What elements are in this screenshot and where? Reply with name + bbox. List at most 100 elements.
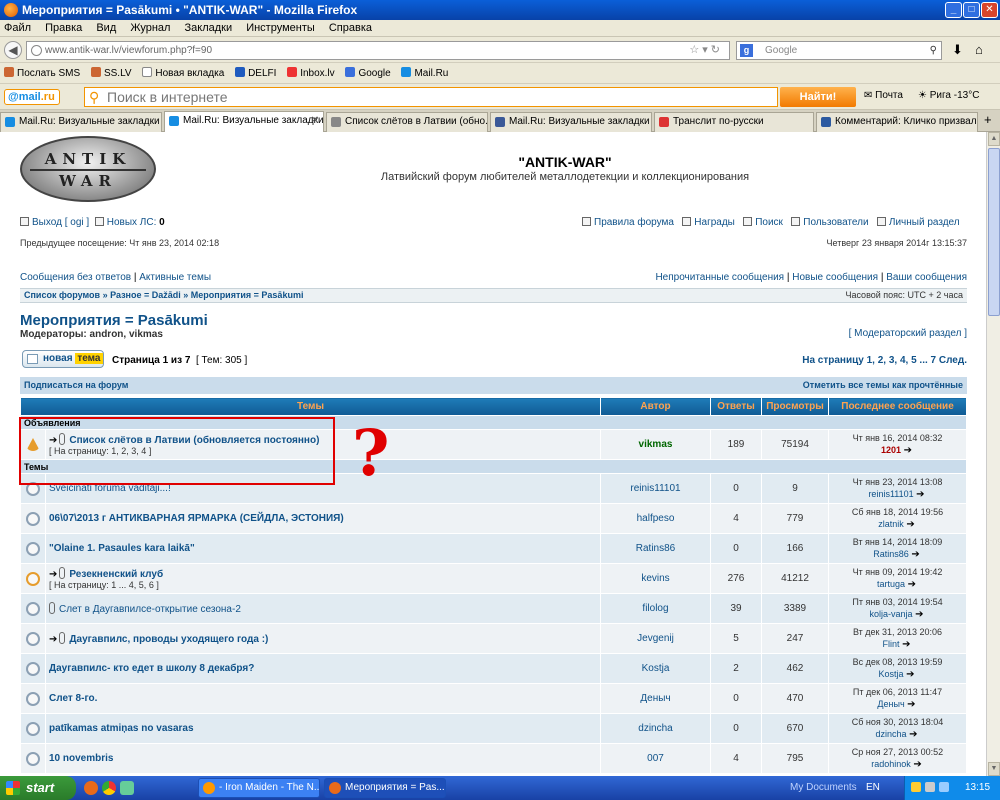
last-post-user[interactable]: kolja-vanja: [870, 609, 913, 619]
moderator-section-link[interactable]: [ Модераторский раздел ]: [849, 328, 967, 339]
tab-2[interactable]: Mail.Ru: Визуальные закладки ✕: [164, 111, 324, 132]
new-topic-button[interactable]: новая тема: [22, 350, 104, 368]
topic-title-link[interactable]: "Olaine 1. Pasaules kara laikā": [49, 543, 195, 554]
bookmark-sslv[interactable]: SS.LV: [90, 67, 132, 79]
topic-author[interactable]: dzincha: [638, 723, 672, 734]
table-row[interactable]: Даугавпилс- кто едет в школу 8 декабря? K…: [20, 653, 967, 684]
goto-new-icon[interactable]: ➔: [49, 569, 57, 580]
desktop-quicklaunch-icon[interactable]: [120, 781, 134, 795]
reload-icon[interactable]: ☆▾↻: [689, 42, 723, 59]
table-row[interactable]: patīkamas atmiņas no vasaras dzincha 0 670 С…: [20, 713, 967, 744]
topic-title-link[interactable]: Слет в Даугавпилсе-открытие сезона-2: [59, 604, 241, 615]
scroll-down-icon[interactable]: ▼: [988, 762, 1000, 776]
view-latest-icon[interactable]: ➔: [906, 519, 914, 530]
last-post-user[interactable]: 1201: [881, 445, 901, 455]
menu-tools[interactable]: Инструменты: [246, 22, 315, 34]
topic-title-link[interactable]: Даугавпилс, проводы уходящего года :): [69, 634, 268, 645]
unread-link[interactable]: Непрочитанные сообщения: [655, 272, 784, 283]
last-post-user[interactable]: radohinok: [871, 759, 911, 769]
topic-title-link[interactable]: Даугавпилс- кто едет в школу 8 декабря?: [49, 663, 254, 674]
topic-title-link[interactable]: 06\07\2013 г АНТИКВАРНАЯ ЯРМАРКА (СЕЙДЛА…: [49, 513, 344, 524]
find-button[interactable]: Найти!: [780, 87, 856, 107]
bookmark-delfi[interactable]: DELFI: [235, 67, 276, 79]
unanswered-link[interactable]: Сообщения без ответов: [20, 272, 131, 283]
view-latest-icon[interactable]: ➔: [902, 639, 910, 650]
tab-3[interactable]: Список слётов в Латвии (обно...: [326, 112, 488, 132]
bookmark-google[interactable]: Google: [345, 67, 391, 79]
topic-author[interactable]: Ratins86: [636, 543, 675, 554]
site-logo[interactable]: ANTIK WAR: [20, 136, 156, 202]
start-button[interactable]: start: [0, 776, 76, 800]
download-icon[interactable]: ⬇: [952, 42, 963, 58]
tray-icon-3[interactable]: [939, 782, 949, 792]
chrome-quicklaunch-icon[interactable]: [102, 781, 116, 795]
table-row[interactable]: "Olaine 1. Pasaules kara laikā" Ratins86 0…: [20, 533, 967, 564]
view-latest-icon[interactable]: ➔: [908, 579, 916, 590]
view-latest-icon[interactable]: ➔: [913, 759, 921, 770]
view-latest-icon[interactable]: ➔: [906, 669, 914, 680]
topic-title-link[interactable]: Слет 8-го.: [49, 693, 97, 704]
topic-author[interactable]: filolog: [642, 603, 668, 614]
goto-new-icon[interactable]: ➔: [49, 634, 57, 645]
firefox-quicklaunch-icon[interactable]: [84, 781, 98, 795]
search-box[interactable]: g Google ⚲: [736, 41, 942, 60]
mailru-logo[interactable]: @mail.ru: [4, 89, 60, 105]
taskbar-item-firefox[interactable]: Мероприятия = Pas...: [324, 778, 446, 798]
topic-author[interactable]: Jevgenij: [637, 633, 674, 644]
bookmark-new-tab[interactable]: Новая вкладка: [142, 67, 224, 79]
last-post-user[interactable]: zlatnik: [878, 519, 904, 529]
active-topics-link[interactable]: Активные темы: [139, 272, 211, 283]
menu-edit[interactable]: Правка: [45, 22, 82, 34]
tray-icon-1[interactable]: [911, 782, 921, 792]
menu-history[interactable]: Журнал: [130, 22, 170, 34]
breadcrumb-path[interactable]: Список форумов » Разное = Dažādi » Мероп…: [24, 290, 303, 300]
language-indicator[interactable]: EN: [866, 782, 880, 793]
table-row[interactable]: Слет в Даугавпилсе-открытие сезона-2 filo…: [20, 593, 967, 624]
search-link[interactable]: Поиск: [743, 217, 783, 228]
new-posts-link[interactable]: Новые сообщения: [792, 272, 878, 283]
tab-1[interactable]: Mail.Ru: Визуальные закладки: [0, 112, 162, 132]
table-row[interactable]: 06\07\2013 г АНТИКВАРНАЯ ЯРМАРКА (СЕЙДЛА…: [20, 503, 967, 534]
pagination[interactable]: На страницу 1, 2, 3, 4, 5 ... 7 След.: [802, 355, 967, 366]
vertical-scrollbar[interactable]: ▲ ▼: [986, 132, 1000, 776]
users-link[interactable]: Пользователи: [791, 217, 869, 228]
taskbar-item-winamp[interactable]: - Iron Maiden - The N...: [198, 778, 320, 798]
back-button[interactable]: ◀: [4, 41, 22, 59]
subscribe-link[interactable]: Подписаться на форум: [24, 380, 128, 390]
scroll-up-icon[interactable]: ▲: [988, 132, 1000, 146]
table-row[interactable]: 10 novembris 007 4 795 Ср ноя 27, 2013 00:52…: [20, 743, 967, 774]
magnifier-icon[interactable]: ⚲: [930, 42, 937, 59]
topic-pages[interactable]: [ На страницу: 1 ... 4, 5, 6 ]: [49, 580, 159, 590]
rules-link[interactable]: Правила форума: [582, 217, 674, 228]
new-pm-link[interactable]: Новых ЛС: 0: [94, 217, 165, 228]
close-tab-icon[interactable]: ✕: [311, 112, 319, 130]
logout-link[interactable]: Выход [ ogi ]: [20, 217, 89, 228]
topic-author[interactable]: vikmas: [639, 439, 673, 450]
close-window-button[interactable]: ✕: [981, 2, 998, 18]
last-post-user[interactable]: Flint: [883, 639, 900, 649]
topic-author[interactable]: 007: [647, 753, 664, 764]
your-posts-link[interactable]: Ваши сообщения: [886, 272, 967, 283]
topic-author[interactable]: reinis11101: [630, 483, 680, 494]
last-post-user[interactable]: Ratins86: [873, 549, 909, 559]
home-icon[interactable]: ⌂: [975, 42, 983, 57]
topic-author[interactable]: halfpeso: [637, 513, 675, 524]
view-latest-icon[interactable]: ➔: [907, 699, 915, 710]
menu-view[interactable]: Вид: [96, 22, 116, 34]
view-latest-icon[interactable]: ➔: [916, 489, 924, 500]
url-bar[interactable]: www.antik-war.lv/viewforum.php?f=90 ☆▾↻: [26, 41, 730, 60]
table-row[interactable]: ➔ Даугавпилс, проводы уходящего года :) Je…: [20, 623, 967, 654]
topic-author[interactable]: Деныч: [640, 693, 670, 704]
bookmark-inbox[interactable]: Inbox.lv: [287, 67, 335, 79]
menu-file[interactable]: Файл: [4, 22, 31, 34]
mailru-search-input[interactable]: ⚲ Поиск в интернете: [84, 87, 778, 107]
tab-4[interactable]: Mail.Ru: Визуальные закладки: [490, 112, 652, 132]
personal-link[interactable]: Личный раздел: [876, 217, 960, 228]
scroll-thumb[interactable]: [988, 148, 1000, 316]
table-row[interactable]: ➔ Резекненский клуб[ На страницу: 1 ... 4…: [20, 563, 967, 594]
tray-icon-2[interactable]: [925, 782, 935, 792]
topic-title-link[interactable]: 10 novembris: [49, 753, 113, 764]
minimize-button[interactable]: _: [945, 2, 962, 18]
menu-help[interactable]: Справка: [329, 22, 372, 34]
mail-link[interactable]: ✉ Почта: [864, 90, 903, 101]
